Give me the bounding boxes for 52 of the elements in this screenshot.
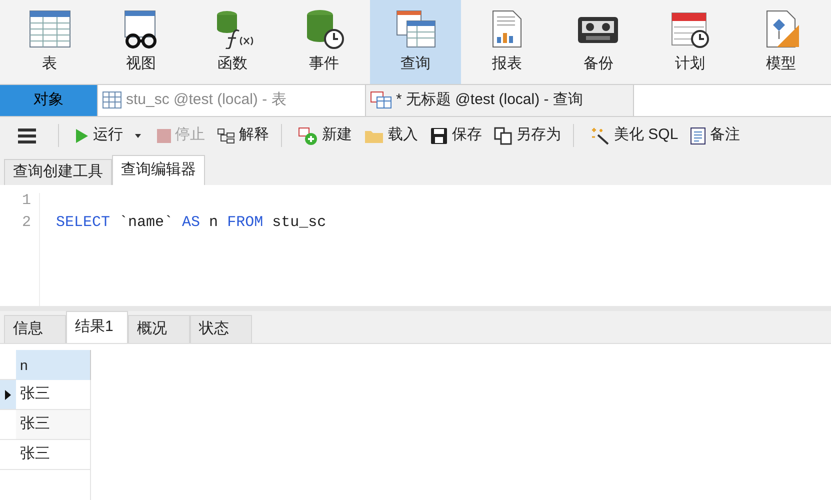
line-number: 2 (22, 214, 31, 231)
result-tab[interactable]: 结果1 (66, 311, 128, 343)
result-tab[interactable]: 状态 (190, 315, 252, 343)
diagram-icon (217, 128, 235, 144)
table-cell: 张三 (16, 440, 91, 470)
result-tab[interactable]: 信息 (4, 315, 66, 343)
editor-tab[interactable]: 查询创建工具 (4, 158, 112, 185)
save-icon (430, 126, 448, 145)
query-icon (370, 91, 392, 110)
document-tab[interactable]: 对象 (0, 85, 98, 116)
ribbon-button[interactable]: 函数 (186, 0, 278, 84)
toolbar-button[interactable]: 解释 (217, 124, 269, 147)
table-cell: 张三 (16, 380, 91, 410)
toolbar-button[interactable]: 保存 (430, 124, 482, 147)
ribbon-button[interactable]: 表 (4, 0, 96, 84)
toolbar-button[interactable]: 另存为 (494, 124, 561, 147)
editor-tab[interactable]: 查询编辑器 (112, 154, 205, 185)
ribbon-button[interactable]: 计划 (644, 0, 736, 84)
copy-icon (494, 126, 512, 145)
toolbar-button[interactable]: 新建 (298, 124, 352, 147)
code-text: `name` (118, 214, 174, 231)
table-icon (102, 91, 122, 110)
code-text: stu_sc (271, 214, 326, 231)
document-tab[interactable]: stu_sc @test (local) - 表 (98, 85, 366, 116)
menu-icon (16, 126, 38, 145)
ribbon-button[interactable]: 查询 (370, 0, 462, 84)
ribbon-button[interactable]: 事件 (278, 0, 370, 84)
sql-editor[interactable]: 1 2 SELECT `name` AS n FROM stu_sc (0, 184, 831, 306)
document-icon (690, 126, 706, 145)
ribbon-button[interactable]: 模型 (736, 0, 827, 84)
ribbon-button[interactable]: 备份 (552, 0, 644, 84)
stop-icon (157, 128, 171, 143)
new-query-icon (298, 126, 318, 145)
line-number: 1 (22, 192, 31, 209)
ribbon-button[interactable]: 报表 (461, 0, 553, 84)
ribbon-button[interactable]: 视图 (95, 0, 187, 84)
play-icon (75, 128, 89, 144)
table-cell: 张三 (16, 410, 91, 440)
code-text: n (208, 214, 220, 231)
result-tab[interactable]: 概况 (128, 315, 190, 343)
column-header: n (16, 350, 91, 380)
sql-keyword: AS (182, 214, 200, 231)
magic-wand-icon (590, 126, 610, 145)
sql-keyword: FROM (227, 214, 264, 231)
toolbar-button[interactable]: 运行 (75, 124, 145, 147)
toolbar-button[interactable]: 备注 (690, 124, 740, 147)
sql-keyword: SELECT (56, 214, 110, 231)
row-pointer-icon (4, 388, 12, 400)
row-indicator[interactable] (0, 380, 16, 410)
toolbar-button[interactable]: 载入 (364, 124, 418, 147)
toolbar-button[interactable]: 美化 SQL (590, 124, 678, 147)
ribbon-icon (28, 8, 72, 49)
